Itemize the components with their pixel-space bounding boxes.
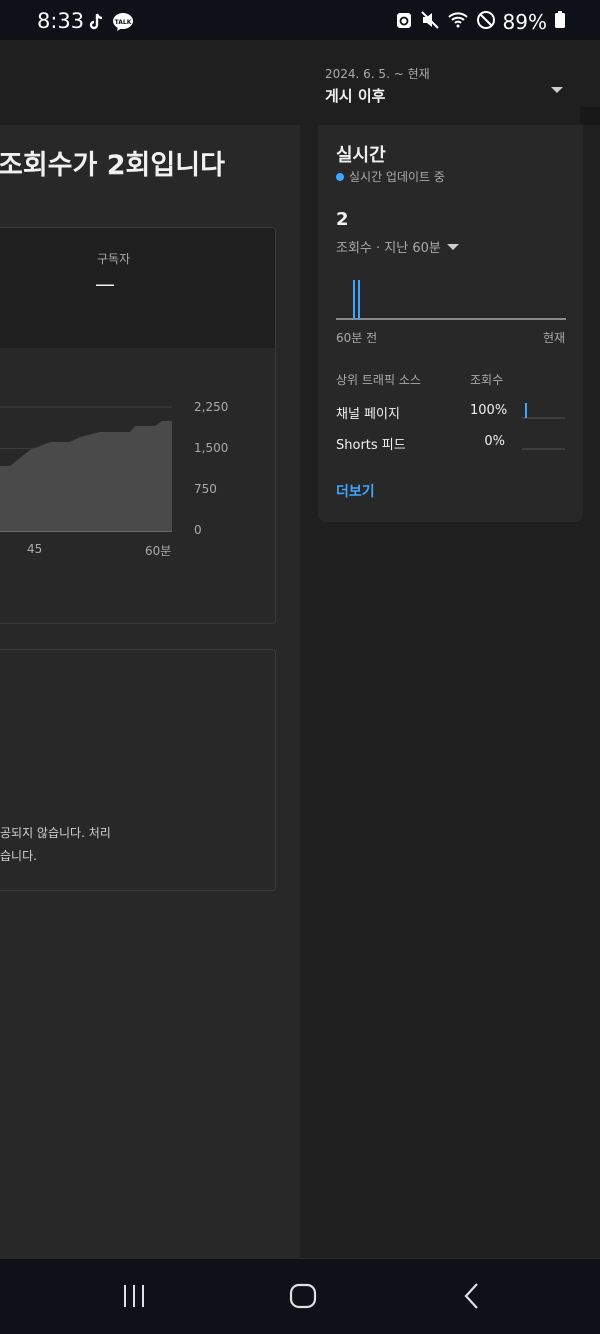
metric-tabs xyxy=(0,228,275,348)
realtime-axis-end: 현재 xyxy=(543,331,566,345)
tiktok-icon xyxy=(86,12,106,36)
traffic-source-bar xyxy=(522,403,565,419)
status-bar: 8:33 TALK 89% xyxy=(0,0,600,40)
back-icon[interactable] xyxy=(458,1281,488,1311)
realtime-axis-start: 60분 전 xyxy=(336,331,378,345)
kakaotalk-icon: TALK xyxy=(112,12,134,36)
realtime-chart xyxy=(336,280,566,320)
battery-percent: 89% xyxy=(502,10,547,34)
realtime-count: 2 xyxy=(336,209,349,230)
x-tick-label: 60분 xyxy=(145,544,172,558)
page-title: 조회수가 2회입니다 xyxy=(0,150,225,181)
header-edge xyxy=(580,107,600,125)
chevron-down-icon xyxy=(446,243,459,250)
chart-area-series xyxy=(0,421,172,531)
svg-text:TALK: TALK xyxy=(115,19,132,26)
do-not-disturb-icon xyxy=(476,10,496,34)
realtime-title: 실시간 xyxy=(336,145,386,166)
traffic-source-percent: 0% xyxy=(484,434,505,449)
traffic-source-name: Shorts 피드 xyxy=(336,438,406,453)
top-header xyxy=(0,40,600,125)
subscribers-tab-label[interactable]: 구독자 xyxy=(97,250,130,267)
views-chart xyxy=(0,406,172,532)
realtime-bar xyxy=(358,280,360,319)
live-status: 실시간 업데이트 중 xyxy=(336,168,445,185)
y-tick-label: 1,500 xyxy=(194,441,229,455)
traffic-source-percent: 100% xyxy=(470,403,508,418)
home-icon[interactable] xyxy=(288,1281,318,1311)
info-note-line: 습니다. xyxy=(0,849,37,863)
info-card xyxy=(0,649,276,891)
date-range-text: 2024. 6. 5. ~ 현재 xyxy=(325,67,430,81)
x-tick-label: 45 xyxy=(27,542,43,556)
recent-apps-icon[interactable] xyxy=(120,1281,150,1311)
battery-icon xyxy=(554,10,566,34)
realtime-bar xyxy=(353,280,355,319)
traffic-source-bar xyxy=(522,448,565,450)
wifi-icon xyxy=(447,10,469,34)
y-tick-label: 2,250 xyxy=(194,400,229,414)
chevron-down-icon[interactable] xyxy=(549,81,565,93)
live-dot-icon xyxy=(336,172,344,181)
status-time: 8:33 xyxy=(37,9,85,33)
live-status-label: 실시간 업데이트 중 xyxy=(349,170,445,184)
sync-icon xyxy=(395,10,413,34)
y-tick-label: 750 xyxy=(194,482,217,496)
traffic-source-header: 상위 트래픽 소스 xyxy=(336,373,421,387)
views-column-header: 조회수 xyxy=(470,373,504,387)
traffic-source-name: 채널 페이지 xyxy=(336,407,400,422)
y-tick-label: 0 xyxy=(194,523,202,537)
realtime-metric-selector[interactable]: 조회수 · 지난 60분 xyxy=(336,237,459,256)
subscribers-tab-value: — xyxy=(95,272,115,296)
mute-icon xyxy=(420,10,440,34)
realtime-metric-label: 조회수 · 지난 60분 xyxy=(336,241,441,256)
period-selector-label[interactable]: 게시 이후 xyxy=(325,85,385,106)
info-note-line: 공되지 않습니다. 처리 xyxy=(0,826,111,840)
see-more-link[interactable]: 더보기 xyxy=(336,481,375,501)
